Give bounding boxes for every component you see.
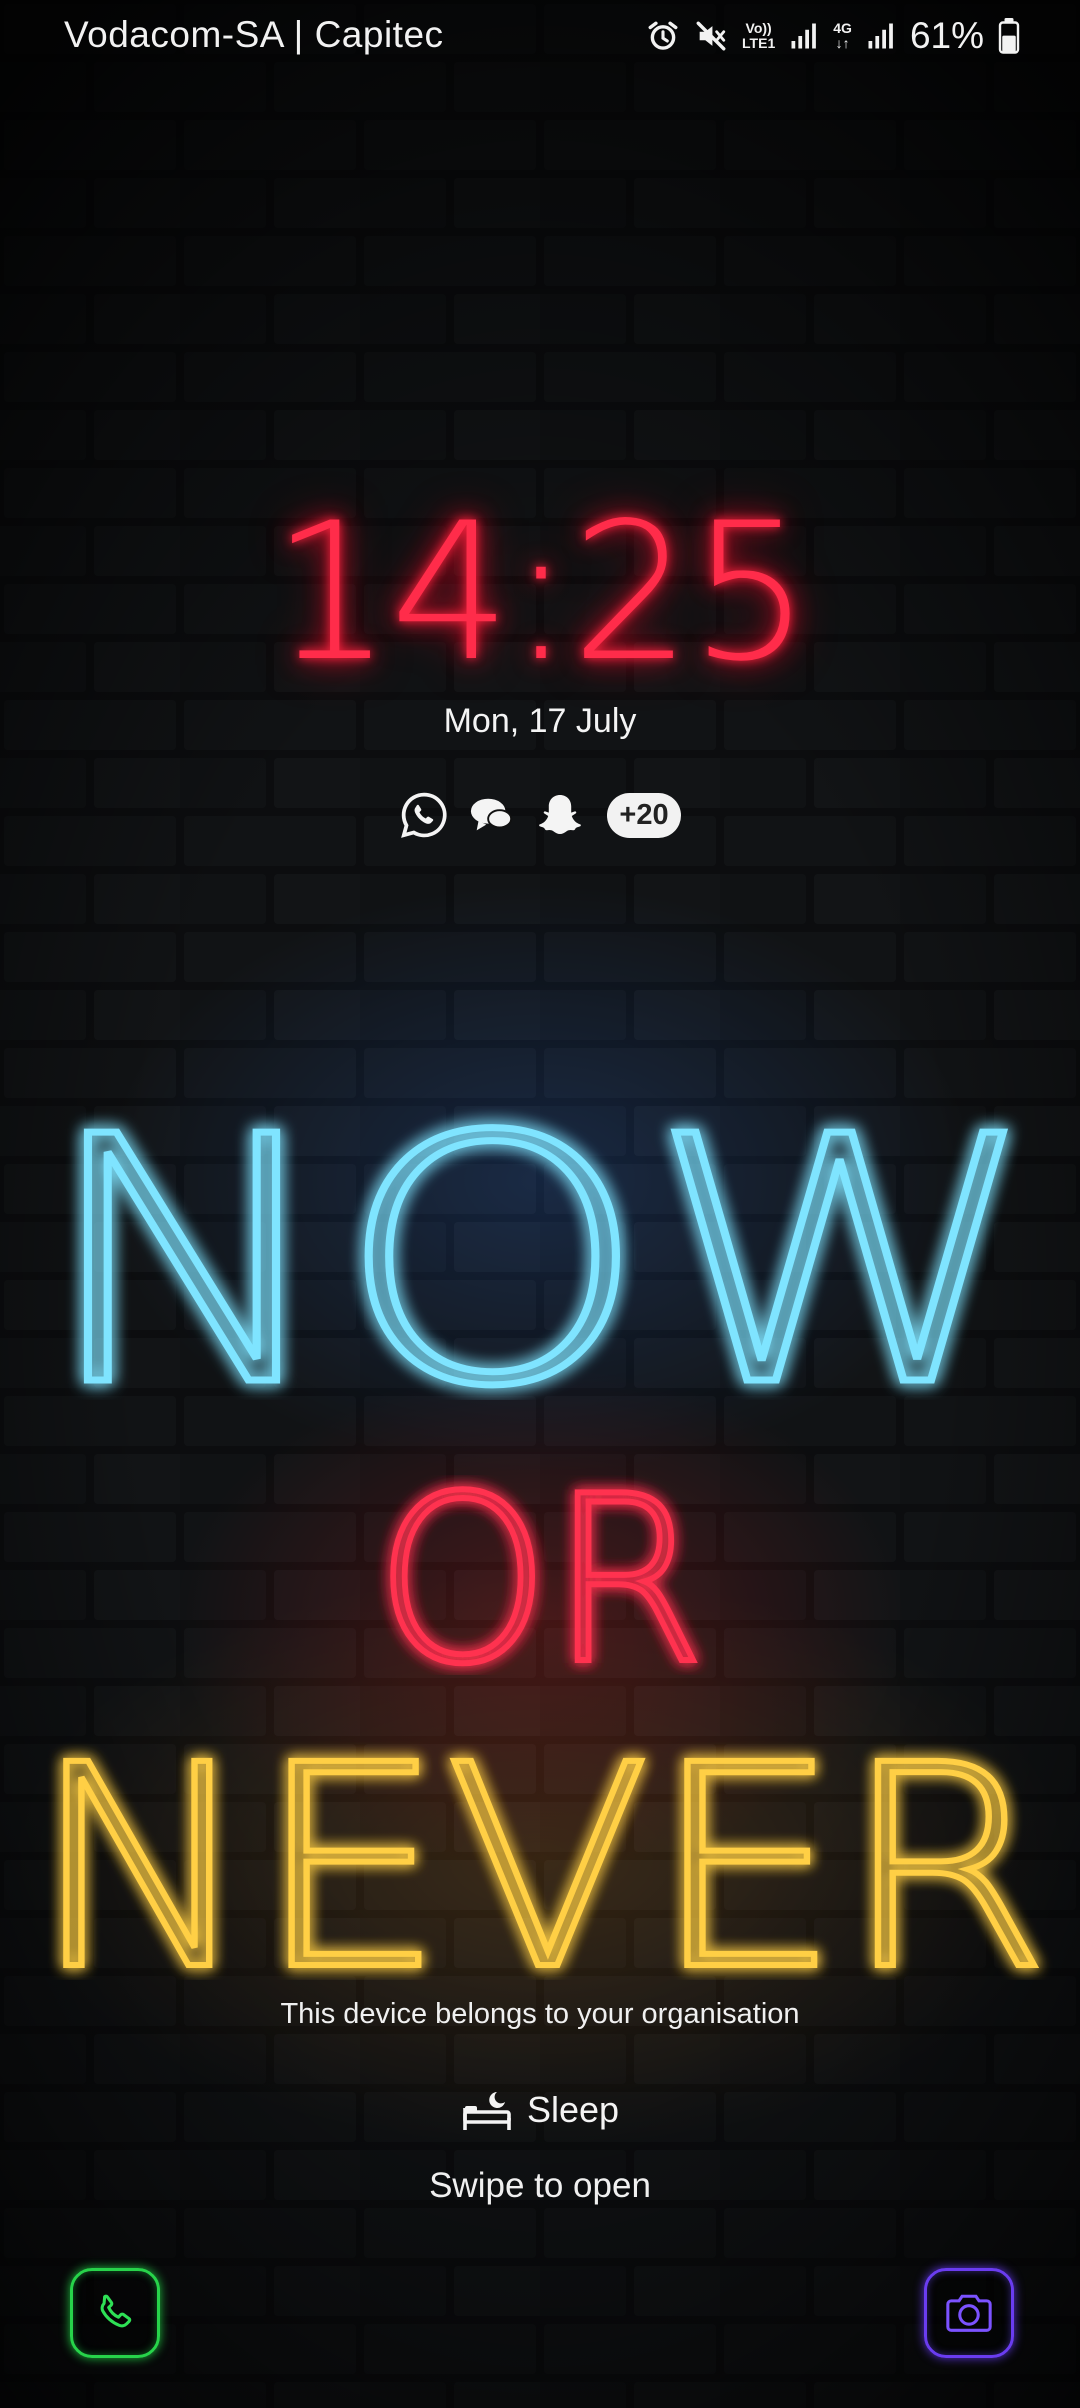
phone-shortcut-button[interactable]	[70, 2268, 160, 2358]
wallpaper-or-label: OR	[375, 1475, 705, 1675]
snapchat-icon[interactable]	[535, 790, 585, 840]
signal-icon	[791, 23, 817, 49]
sleep-label: Sleep	[526, 2089, 620, 2130]
bed-moon-icon	[463, 2092, 511, 2130]
wallpaper-text-never: NEVER	[27, 1740, 1053, 1980]
phone-icon	[100, 2294, 132, 2328]
lock-clock[interactable]: 14:25	[0, 498, 1080, 688]
mute-icon	[696, 21, 726, 51]
battery-icon	[998, 18, 1020, 54]
notification-icons[interactable]: +20	[0, 790, 1080, 840]
lock-screen[interactable]: Vodacom-SA | Capitec Vo)) LTE1 4G ↓↑ 61%…	[0, 0, 1080, 2408]
wallpaper-text-now: NOW	[37, 1062, 1044, 1401]
organisation-notice: This device belongs to your organisation	[280, 1998, 800, 2030]
wallpaper-never-label: NEVER	[30, 1740, 1050, 1980]
swipe-to-open-hint: Swipe to open	[429, 2166, 651, 2205]
whatsapp-icon[interactable]	[399, 790, 449, 840]
alarm-icon	[648, 21, 678, 50]
camera-icon	[946, 2294, 992, 2332]
wallpaper-text-or: OR	[372, 1475, 708, 1675]
4g-data-icon: 4G ↓↑	[833, 20, 852, 51]
carrier-name: Vodacom-SA | Capitec	[64, 14, 444, 55]
messages-icon[interactable]	[467, 790, 517, 840]
status-bar[interactable]: Vodacom-SA | Capitec Vo)) LTE1 4G ↓↑ 61%	[0, 0, 1080, 72]
status-icons: Vo)) LTE1 4G ↓↑ 61%	[646, 12, 1020, 60]
more-notifications-badge[interactable]: +20	[607, 792, 681, 838]
volte-icon: Vo)) LTE1	[742, 20, 776, 51]
sleep-mode-indicator[interactable]: Sleep	[0, 2088, 1080, 2132]
battery-percent: 61%	[909, 15, 984, 56]
camera-shortcut-button[interactable]	[924, 2268, 1014, 2358]
signal-icon	[868, 23, 893, 49]
lock-date: Mon, 17 July	[443, 702, 637, 740]
wallpaper-now-label: NOW	[40, 1065, 1040, 1400]
